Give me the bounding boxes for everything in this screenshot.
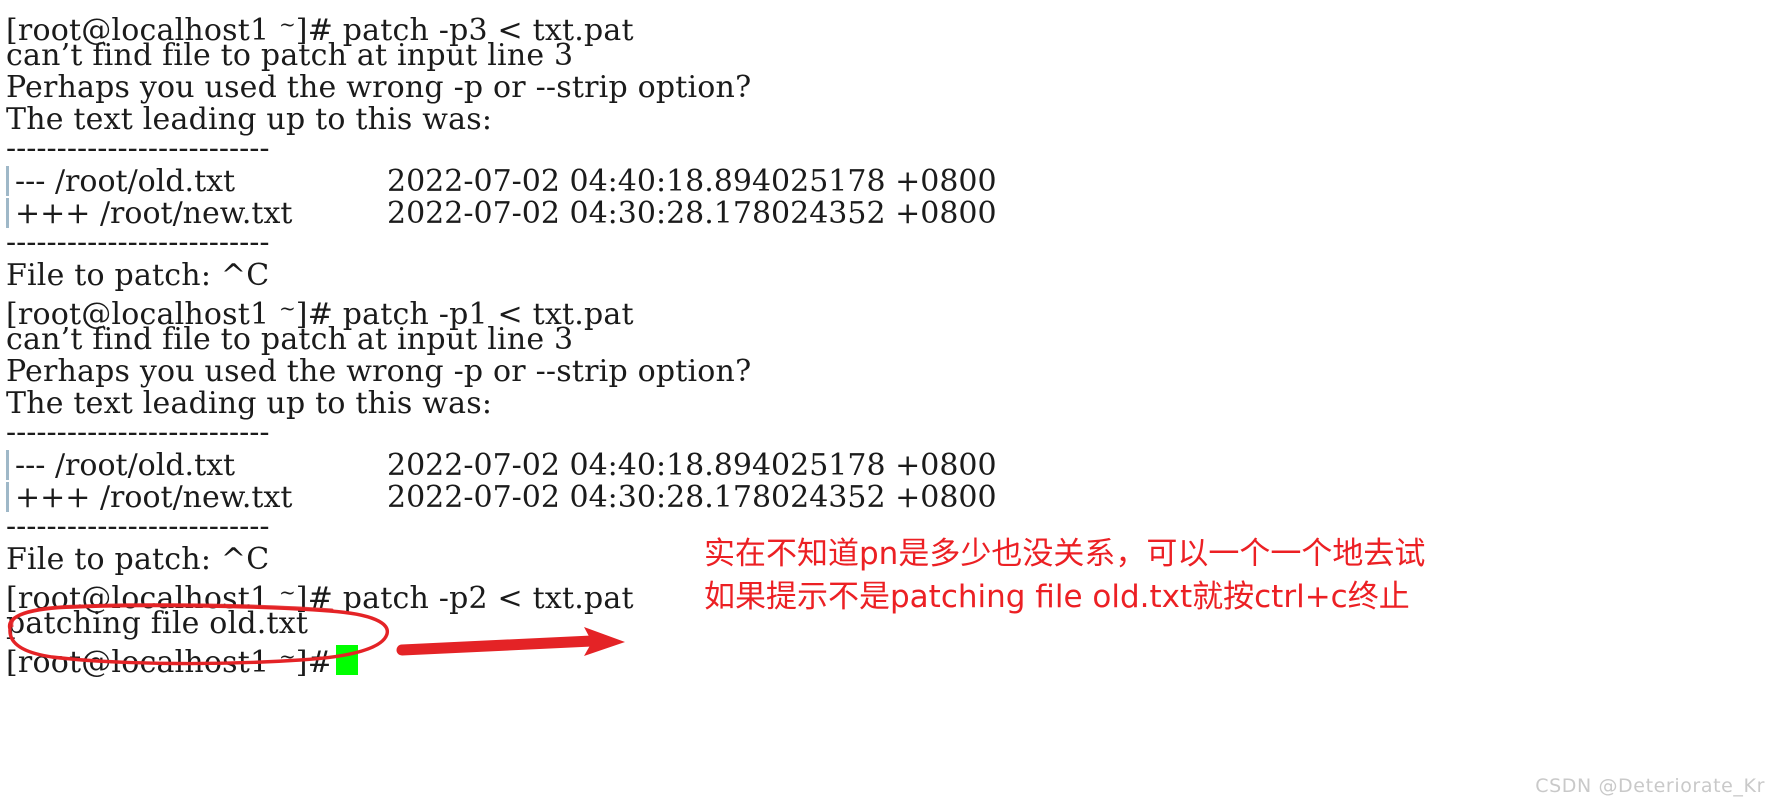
diff-timestamp-old: 2022-07-02 04:40:18.894025178 +0800 [387, 164, 997, 199]
terminal-line-text: File to patch: ^C [6, 542, 270, 577]
terminal-separator: -------------------------- [6, 415, 270, 450]
terminal-line-text: Perhaps you used the wrong -p or --strip… [6, 70, 752, 105]
terminal-line-prompt: [root@localhost1 ~]# [6, 640, 343, 679]
terminal-output: [root@localhost1 ~]# patch -p3 < txt.pat… [0, 0, 1779, 807]
quote-bar-icon [6, 198, 9, 228]
tilde-glyph: ~ [279, 580, 296, 604]
terminal-separator: -------------------------- [6, 509, 270, 544]
diff-marker-old: --- /root/old.txt [15, 164, 236, 199]
tilde-glyph: ~ [279, 296, 296, 320]
terminal-separator: -------------------------- [6, 131, 270, 166]
terminal-line-patch-result: patching file old.txt [6, 606, 309, 641]
terminal-line-text: Perhaps you used the wrong -p or --strip… [6, 354, 752, 389]
block-cursor [336, 645, 358, 675]
terminal-diff-row: --- /root/old.txt 2022-07-02 04:40:18.894… [6, 166, 997, 198]
terminal-separator: -------------------------- [6, 225, 270, 260]
tilde-glyph: ~ [279, 12, 296, 36]
diff-marker-old: --- /root/old.txt [15, 448, 236, 483]
tilde-glyph: ~ [279, 644, 296, 668]
diff-timestamp-new: 2022-07-02 04:30:28.178024352 +0800 [387, 196, 997, 231]
csdn-watermark: CSDN @Deteriorate_Kr [1535, 775, 1765, 797]
terminal-line-text: can’t find file to patch at input line 3 [6, 38, 574, 73]
quote-bar-icon [6, 166, 9, 196]
diff-timestamp-new: 2022-07-02 04:30:28.178024352 +0800 [387, 480, 997, 515]
terminal-line-text: File to patch: ^C [6, 258, 270, 293]
quote-bar-icon [6, 482, 9, 512]
quote-bar-icon [6, 450, 9, 480]
shell-prompt: [root@localhost1 ~]# [6, 644, 343, 680]
terminal-command: patch -p2 < txt.pat [342, 581, 634, 616]
terminal-line-text: can’t find file to patch at input line 3 [6, 322, 574, 357]
diff-timestamp-old: 2022-07-02 04:40:18.894025178 +0800 [387, 448, 997, 483]
terminal-diff-row: --- /root/old.txt 2022-07-02 04:40:18.894… [6, 450, 997, 482]
